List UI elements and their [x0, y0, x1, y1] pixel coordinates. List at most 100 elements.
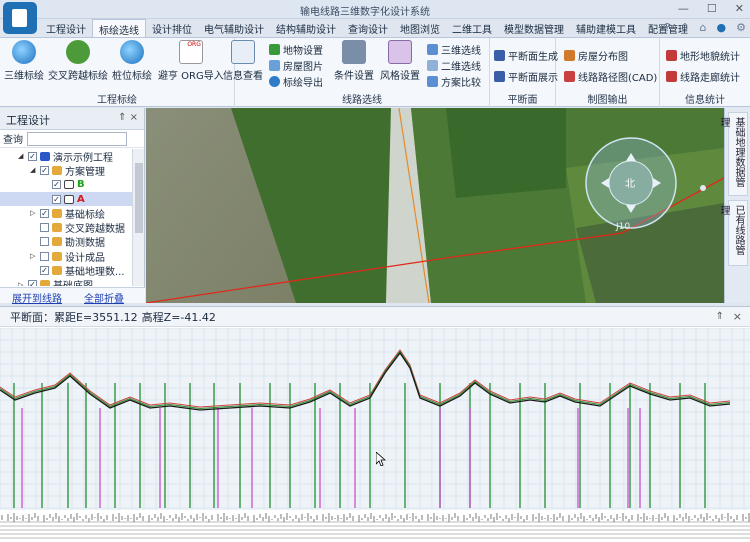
folder-icon: [52, 237, 62, 247]
checkbox[interactable]: ✓: [28, 151, 37, 161]
checkbox[interactable]: ✓: [40, 165, 49, 175]
scrollbar-thumb[interactable]: [135, 163, 143, 233]
tree-item[interactable]: ◢ ✓ 演示示例工程: [0, 149, 133, 164]
collapse-icon[interactable]: ◢: [30, 166, 38, 174]
folder-icon: [52, 223, 62, 233]
fangan-bijiao-button[interactable]: 方案比较: [427, 74, 481, 89]
zoom-dot-icon[interactable]: [700, 185, 706, 191]
window-title: 输电线路三维数字化设计系统: [300, 7, 430, 18]
tab-erwei-gongju[interactable]: 二维工具: [446, 19, 498, 37]
home-icon[interactable]: ⌂: [700, 21, 707, 34]
minimize-button[interactable]: —: [678, 2, 689, 15]
tree-item[interactable]: 勘测数据: [0, 235, 133, 249]
sanwei-xuanxian-button[interactable]: 三维选线: [427, 42, 481, 57]
tree-item[interactable]: ▷✓基础底图: [0, 278, 133, 286]
profile-background: [0, 328, 750, 542]
group-pingduanmian: 平断面生成 平断面展示 平断面: [490, 38, 558, 107]
fangwu-tupian-button[interactable]: 房屋图片: [269, 58, 323, 73]
pingduanmian-zhanshi-button[interactable]: 平断面展示: [494, 69, 558, 84]
pingduanmian-shengcheng-button[interactable]: 平断面生成: [494, 48, 558, 63]
profile-canvas[interactable]: [0, 328, 750, 542]
collapse-all-link[interactable]: 全部折叠: [84, 290, 124, 305]
tree-item[interactable]: ✓ 基础地理数...: [0, 263, 133, 278]
globe-icon[interactable]: ●: [717, 21, 727, 34]
folder-icon: [52, 208, 62, 218]
search-input[interactable]: [27, 131, 127, 146]
dock-tab-geodata[interactable]: 基础地理数据管理: [718, 112, 748, 196]
checkbox[interactable]: [40, 251, 49, 261]
tab-chaxunsheji[interactable]: 查询设计: [342, 19, 394, 37]
checkbox[interactable]: ✓: [40, 208, 49, 218]
search-label: 查询: [3, 135, 23, 146]
maximize-button[interactable]: ☐: [707, 2, 717, 15]
diwu-shezhi-button[interactable]: 地物设置: [269, 42, 323, 57]
tab-shejipaiwei[interactable]: 设计排位: [146, 19, 198, 37]
sanwei-biaohui-button[interactable]: 三维标绘: [4, 40, 44, 82]
app-logo-icon[interactable]: [3, 2, 37, 34]
line-3d-icon: [427, 44, 438, 55]
zoulang-tongji-button[interactable]: 线路走廊统计: [666, 69, 740, 84]
tree-item[interactable]: ◢ ✓ 方案管理: [0, 163, 133, 178]
expand-icon[interactable]: ▷: [30, 252, 38, 260]
folder-icon: [52, 165, 62, 175]
expand-icon[interactable]: ▷: [18, 281, 26, 286]
tab-jiegoufuzhu[interactable]: 结构辅助设计: [270, 19, 342, 37]
tree-item[interactable]: ▷ 设计成品: [0, 249, 133, 264]
tab-gongchengsheji[interactable]: 工程设计: [40, 19, 92, 37]
zhuangwei-biaohui-button[interactable]: 桩位标绘: [112, 40, 152, 82]
fangwu-fenbutu-button[interactable]: 房屋分布图: [564, 48, 628, 63]
tiaojian-shezhi-button[interactable]: 条件设置: [334, 40, 374, 82]
group-gongcheng-biaohui: 三维标绘 交叉跨越标绘 桩位标绘 ORG 避亨 ORG导入 工程标绘: [0, 38, 235, 107]
folder-icon: [40, 280, 50, 286]
settings-icon[interactable]: ⚙: [736, 21, 746, 34]
tree-item[interactable]: ▷ ✓ 基础标绘: [0, 206, 133, 221]
xinxi-chakan-button[interactable]: 信息查看: [223, 40, 263, 82]
right-dock: 基础地理数据管理 已有线路管理: [718, 108, 750, 303]
org-import-button[interactable]: ORG 避亨 ORG导入: [158, 40, 224, 82]
checkbox[interactable]: ✓: [28, 280, 37, 286]
close-button[interactable]: ✕: [735, 2, 744, 15]
up-icon[interactable]: ⌃: [680, 21, 689, 34]
checkbox[interactable]: ✓: [40, 266, 49, 276]
profile-gen-icon: [494, 50, 505, 61]
group-label: 工程标绘: [97, 95, 137, 106]
search-row: 查询: [0, 130, 144, 148]
pin-icon[interactable]: ⇑: [716, 311, 724, 322]
profile-elevation: 高程Z=-41.42: [141, 310, 216, 324]
profile-distance: 累距E=3551.12: [54, 310, 138, 324]
tab-fuzhu-jianmo[interactable]: 辅助建模工具: [570, 19, 642, 37]
expand-icon[interactable]: ▷: [30, 209, 38, 217]
close-icon[interactable]: ×: [733, 310, 742, 323]
tab-biaohuixuanxian[interactable]: 标绘选线: [92, 19, 146, 37]
tree-item[interactable]: 交叉跨越数据: [0, 220, 133, 235]
checkbox[interactable]: ✓: [52, 194, 61, 204]
checkbox[interactable]: ✓: [52, 180, 61, 190]
tree-item[interactable]: ✓ A: [0, 191, 133, 207]
jiaocha-kuayue-button[interactable]: 交叉跨越标绘: [48, 40, 108, 82]
dock-tab-existing-lines[interactable]: 已有线路管理: [718, 200, 748, 266]
help-icon[interactable]: ?: [664, 21, 670, 34]
compass-icon[interactable]: 北: [585, 137, 677, 229]
checkbox[interactable]: [40, 237, 49, 247]
map-view[interactable]: 北 J10: [146, 108, 724, 303]
tab-moxing-shuju[interactable]: 模型数据管理: [498, 19, 570, 37]
biaohui-daochu-button[interactable]: 标绘导出: [269, 74, 323, 89]
satellite-imagery: 北 J10: [146, 108, 724, 303]
image-icon: [269, 60, 280, 71]
erwei-xuanxian-button[interactable]: 二维选线: [427, 58, 481, 73]
fengge-shezhi-button[interactable]: 风格设置: [380, 40, 420, 82]
line-2d-icon: [427, 60, 438, 71]
tab-ditu-liulan[interactable]: 地图浏览: [394, 19, 446, 37]
ribbon-tabs: 工程设计 标绘选线 设计排位 电气辅助设计 结构辅助设计 查询设计 地图浏览 二…: [40, 19, 694, 37]
group-xinxi-tongji: 地形地貌统计 线路走廊统计 信息统计: [660, 38, 750, 107]
expand-to-line-link[interactable]: 展开到线路: [12, 290, 62, 305]
xianlu-lujingtu-button[interactable]: 线路路径图(CAD): [564, 69, 657, 84]
tower-green-icon: [66, 40, 90, 64]
checkbox[interactable]: [40, 223, 49, 233]
pin-close-icon[interactable]: ⇑ ×: [118, 112, 138, 123]
collapse-icon[interactable]: ◢: [18, 152, 26, 160]
tree-scrollbar[interactable]: [132, 149, 144, 286]
tree-item[interactable]: ✓ B: [0, 178, 133, 192]
dixing-tongji-button[interactable]: 地形地貌统计: [666, 48, 740, 63]
tab-dianqifuzhu[interactable]: 电气辅助设计: [198, 19, 270, 37]
